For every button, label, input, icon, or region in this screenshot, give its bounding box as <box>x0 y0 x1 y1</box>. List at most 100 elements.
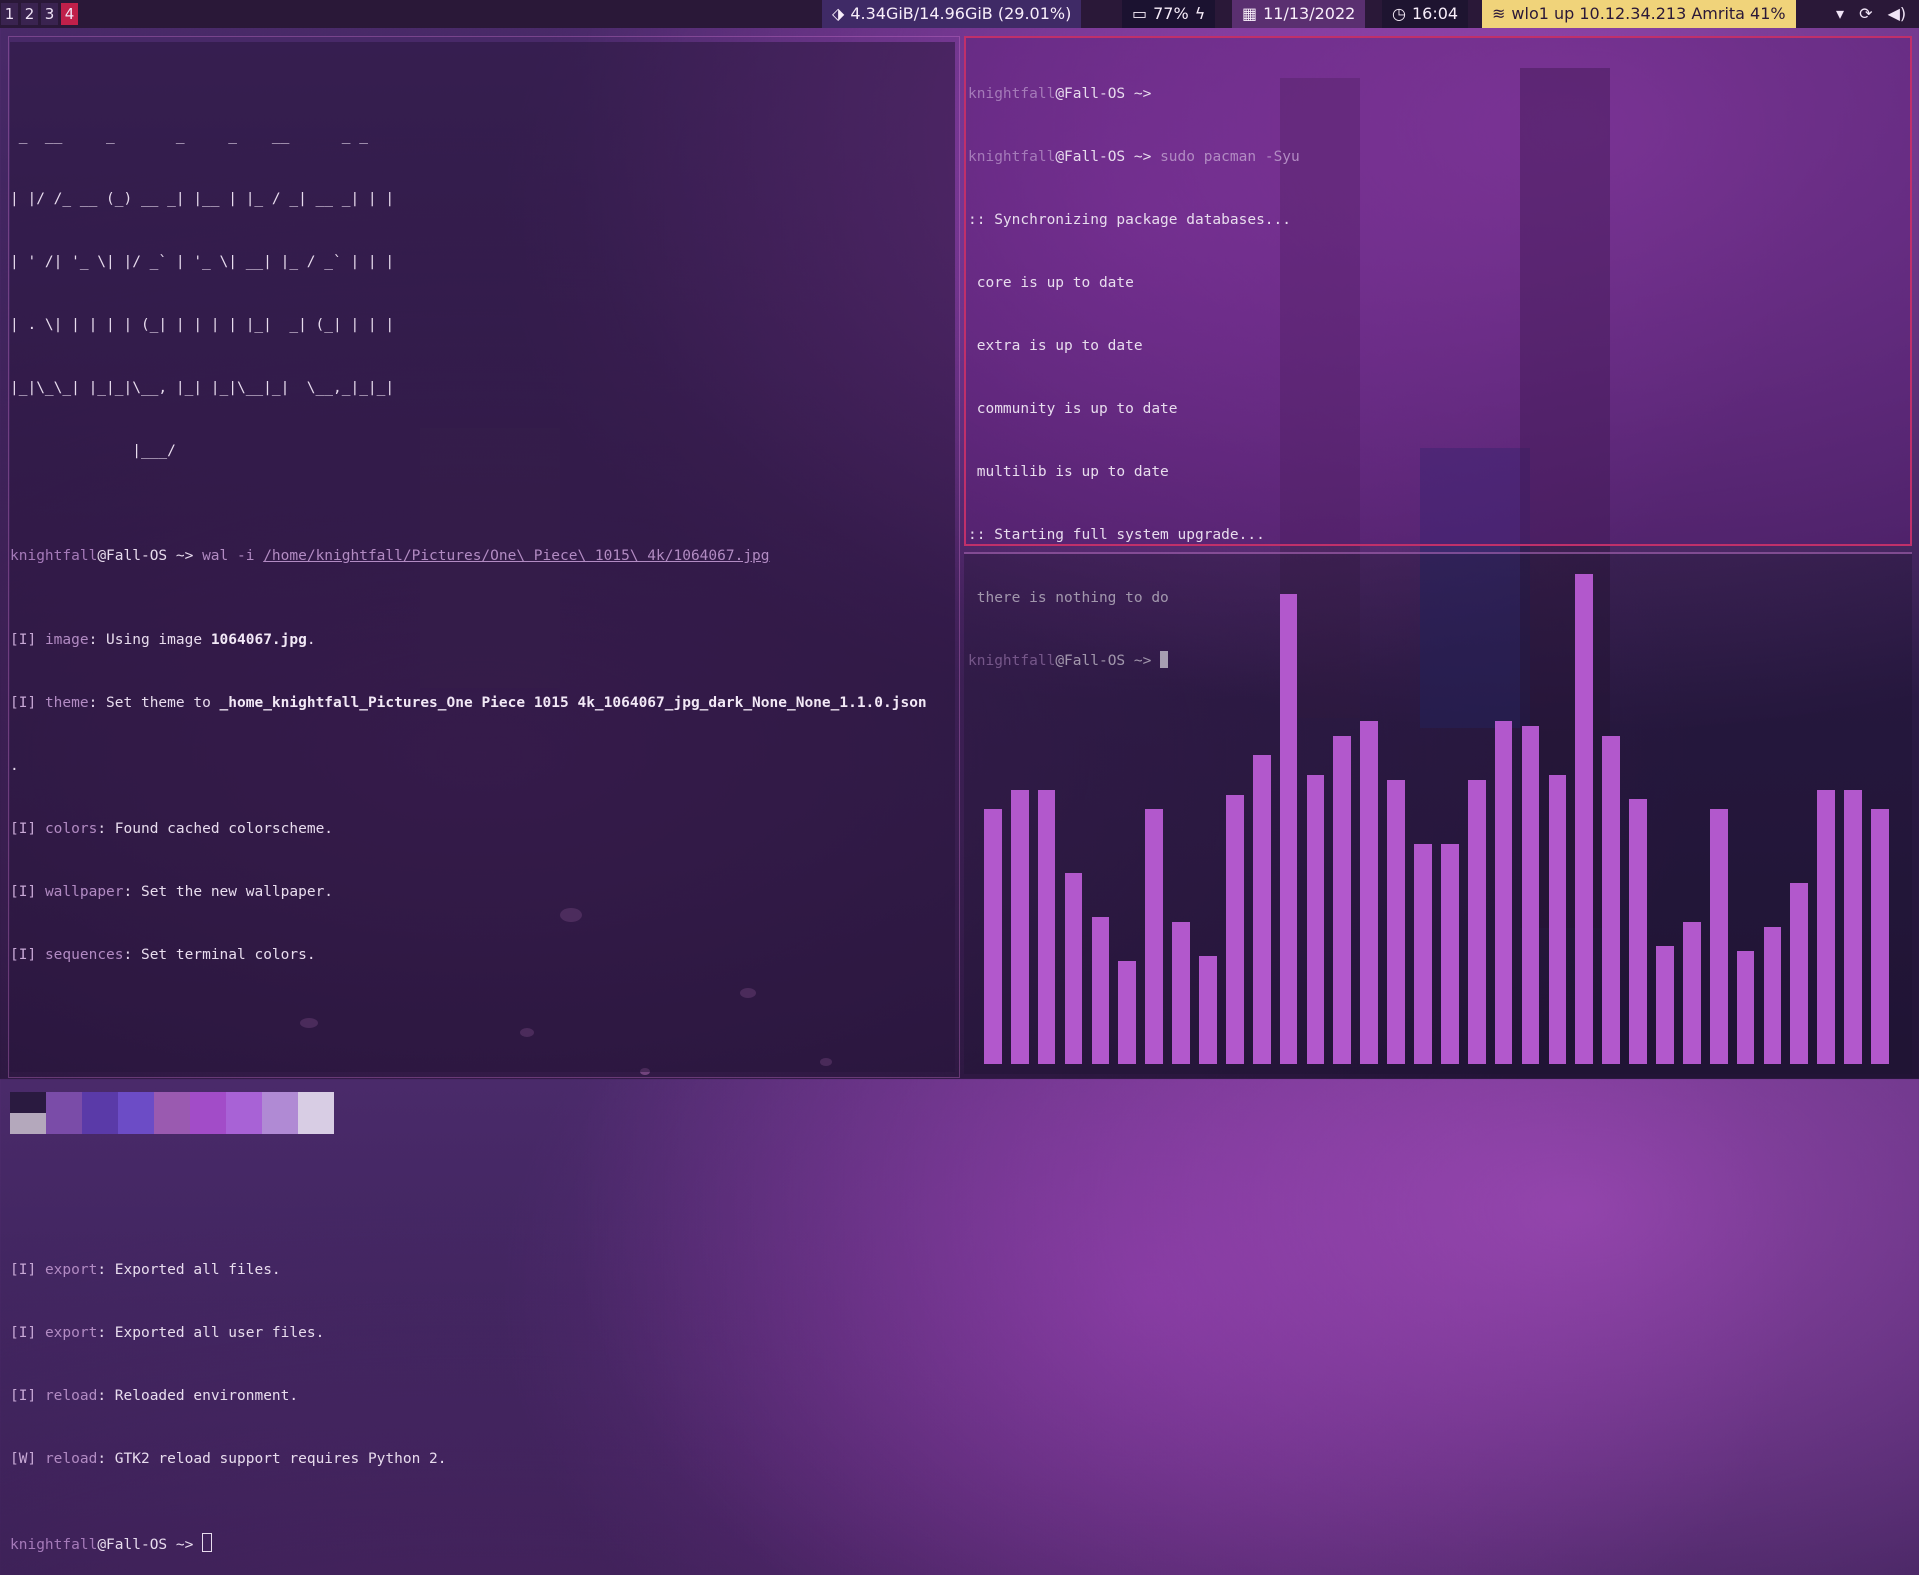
visualizer-bar <box>1145 809 1164 1064</box>
disk-text: 4.34GiB/14.96GiB (29.01%) <box>850 4 1072 23</box>
log-key: export <box>44 1262 98 1278</box>
visualizer-bar <box>1844 789 1862 1064</box>
visualizer-bar <box>1333 735 1352 1064</box>
visualizer-bar <box>1441 843 1459 1064</box>
output-line: core is up to date <box>968 275 1134 291</box>
prompt-line: knightfall@Fall-OS ~> <box>968 84 1910 105</box>
log-line: [I] image: Using image 1064067.jpg. <box>10 630 955 651</box>
log-tag: [I] <box>10 1262 37 1278</box>
visualizer-bar <box>1763 926 1782 1064</box>
prompt-host: @Fall-OS <box>1055 86 1126 102</box>
visualizer-bar <box>1656 946 1674 1064</box>
sync-tray-icon[interactable]: ⟳ <box>1859 4 1872 23</box>
left-terminal[interactable]: _ __ _ _ _ __ _ _ | |/ /_ __ (_) __ _| |… <box>10 42 955 1553</box>
visualizer-bar <box>1414 843 1432 1064</box>
prompt-arrow: ~> <box>1125 86 1152 102</box>
palette-swatch <box>226 1092 262 1134</box>
banner-line: | . \| | | | | (_| | | | | |_| _| (_| | … <box>10 317 395 333</box>
log-text: : Exported all user files. <box>97 1325 325 1341</box>
workspace-3[interactable]: 3 <box>41 3 58 25</box>
log-line: [I] colors: Found cached colorscheme. <box>10 819 955 840</box>
battery-icon: ▭ <box>1132 4 1148 23</box>
log-tag: [I] <box>10 947 37 963</box>
audio-visualizer-pane[interactable] <box>964 552 1912 1074</box>
log-line: . <box>10 756 955 777</box>
visualizer-bar <box>984 809 1002 1064</box>
prompt-user: knightfall <box>968 86 1056 102</box>
log-key: reload <box>44 1451 98 1467</box>
banner-line: |___/ <box>10 443 395 459</box>
log-tag: [W] <box>10 1451 37 1467</box>
visualizer-bar <box>1091 917 1110 1064</box>
visualizer-bar <box>1682 921 1701 1064</box>
output-line: extra is up to date <box>968 338 1143 354</box>
log-key: export <box>44 1325 98 1341</box>
time-text: 16:04 <box>1411 4 1459 23</box>
visualizer-bar <box>1064 872 1083 1064</box>
visualizer-bar <box>1871 809 1889 1064</box>
banner-line: |_|\_\_| |_|_|\__, |_| |_|\__|_| \__,_|_… <box>10 380 395 396</box>
visualizer-bar <box>1467 779 1486 1064</box>
log-line: [I] theme: Set theme to _home_knightfall… <box>10 693 955 714</box>
log-line: [I] reload: Reloaded environment. <box>10 1386 955 1407</box>
log-key: reload <box>44 1388 98 1404</box>
output-line: :: Starting full system upgrade... <box>968 527 1265 543</box>
log-tag: [I] <box>10 821 37 837</box>
palette-swatch <box>298 1092 334 1134</box>
output-line: multilib is up to date <box>968 464 1169 480</box>
log-line: [I] sequences: Set terminal colors. <box>10 945 955 966</box>
log-line: [I] export: Exported all user files. <box>10 1323 955 1344</box>
command-line: knightfall@Fall-OS ~> wal -i /home/knigh… <box>10 546 955 567</box>
workspace-1[interactable]: 1 <box>1 3 18 25</box>
visualizer-bar <box>1736 951 1755 1064</box>
disk-usage: ⬗ 4.34GiB/14.96GiB (29.01%) <box>822 0 1082 28</box>
log-key: theme <box>44 695 89 711</box>
visualizer-bar <box>1602 735 1621 1064</box>
visualizer-bar <box>1037 789 1056 1064</box>
wifi-tray-icon[interactable]: ▾ <box>1836 4 1844 23</box>
visualizer-bar <box>1010 789 1029 1064</box>
log-key: sequences <box>44 947 124 963</box>
tray: ▾ ⟳ ◀) <box>1836 0 1906 28</box>
audio-visualizer <box>984 554 1898 1064</box>
network-text: wlo1 up 10.12.34.213 Amrita 41% <box>1511 4 1786 23</box>
charging-icon: ϟ <box>1194 4 1206 23</box>
banner-line: _ __ _ _ _ __ _ _ <box>10 128 377 144</box>
palette-swatch <box>154 1092 190 1134</box>
log-text: : Set terminal colors. <box>123 947 316 963</box>
prompt-user: knightfall <box>968 149 1056 165</box>
workspace-2[interactable]: 2 <box>21 3 38 25</box>
network-status: ≋ wlo1 up 10.12.34.213 Amrita 41% <box>1482 0 1796 28</box>
prompt-host: @Fall-OS <box>1055 149 1126 165</box>
log-key: wallpaper <box>44 884 124 900</box>
visualizer-bar <box>1172 921 1190 1064</box>
visualizer-bar <box>1548 774 1567 1064</box>
volume-tray-icon[interactable]: ◀) <box>1888 4 1907 23</box>
banner-line: | ' /| '_ \| |/ _` | '_ \| __| |_ / _` |… <box>10 254 395 270</box>
log-text: : Found cached colorscheme. <box>97 821 334 837</box>
file-path[interactable]: /home/knightfall/Pictures/One\ Piece\ 10… <box>263 548 769 564</box>
log-bold: 1064067.jpg <box>210 632 307 648</box>
clock-display: ◷ 16:04 <box>1382 0 1469 28</box>
log-text: : Set the new wallpaper. <box>123 884 334 900</box>
calendar-icon: ▦ <box>1242 4 1258 23</box>
prompt-line[interactable]: knightfall@Fall-OS ~> <box>10 1533 955 1554</box>
visualizer-bar <box>1709 809 1728 1064</box>
log-key: colors <box>44 821 98 837</box>
log-key: image <box>44 632 89 648</box>
prompt-host: @Fall-OS <box>97 548 168 564</box>
palette-swatch <box>82 1092 118 1134</box>
visualizer-bar <box>1790 882 1809 1064</box>
visualizer-bar <box>1252 755 1271 1064</box>
visualizer-bar <box>1225 794 1244 1064</box>
log-tag: [I] <box>10 695 37 711</box>
date-text: 11/13/2022 <box>1263 4 1356 23</box>
right-terminal[interactable]: knightfall@Fall-OS ~> knightfall@Fall-OS… <box>964 36 1912 669</box>
cursor <box>202 1533 213 1552</box>
disk-icon: ⬗ <box>832 4 845 23</box>
battery-status: ▭ 77% ϟ <box>1122 0 1216 28</box>
command-text: wal -i <box>202 548 264 564</box>
workspace-4[interactable]: 4 <box>61 3 78 25</box>
log-bold: _home_knightfall_Pictures_One Piece 1015… <box>219 695 927 711</box>
log-text: : Reloaded environment. <box>97 1388 299 1404</box>
